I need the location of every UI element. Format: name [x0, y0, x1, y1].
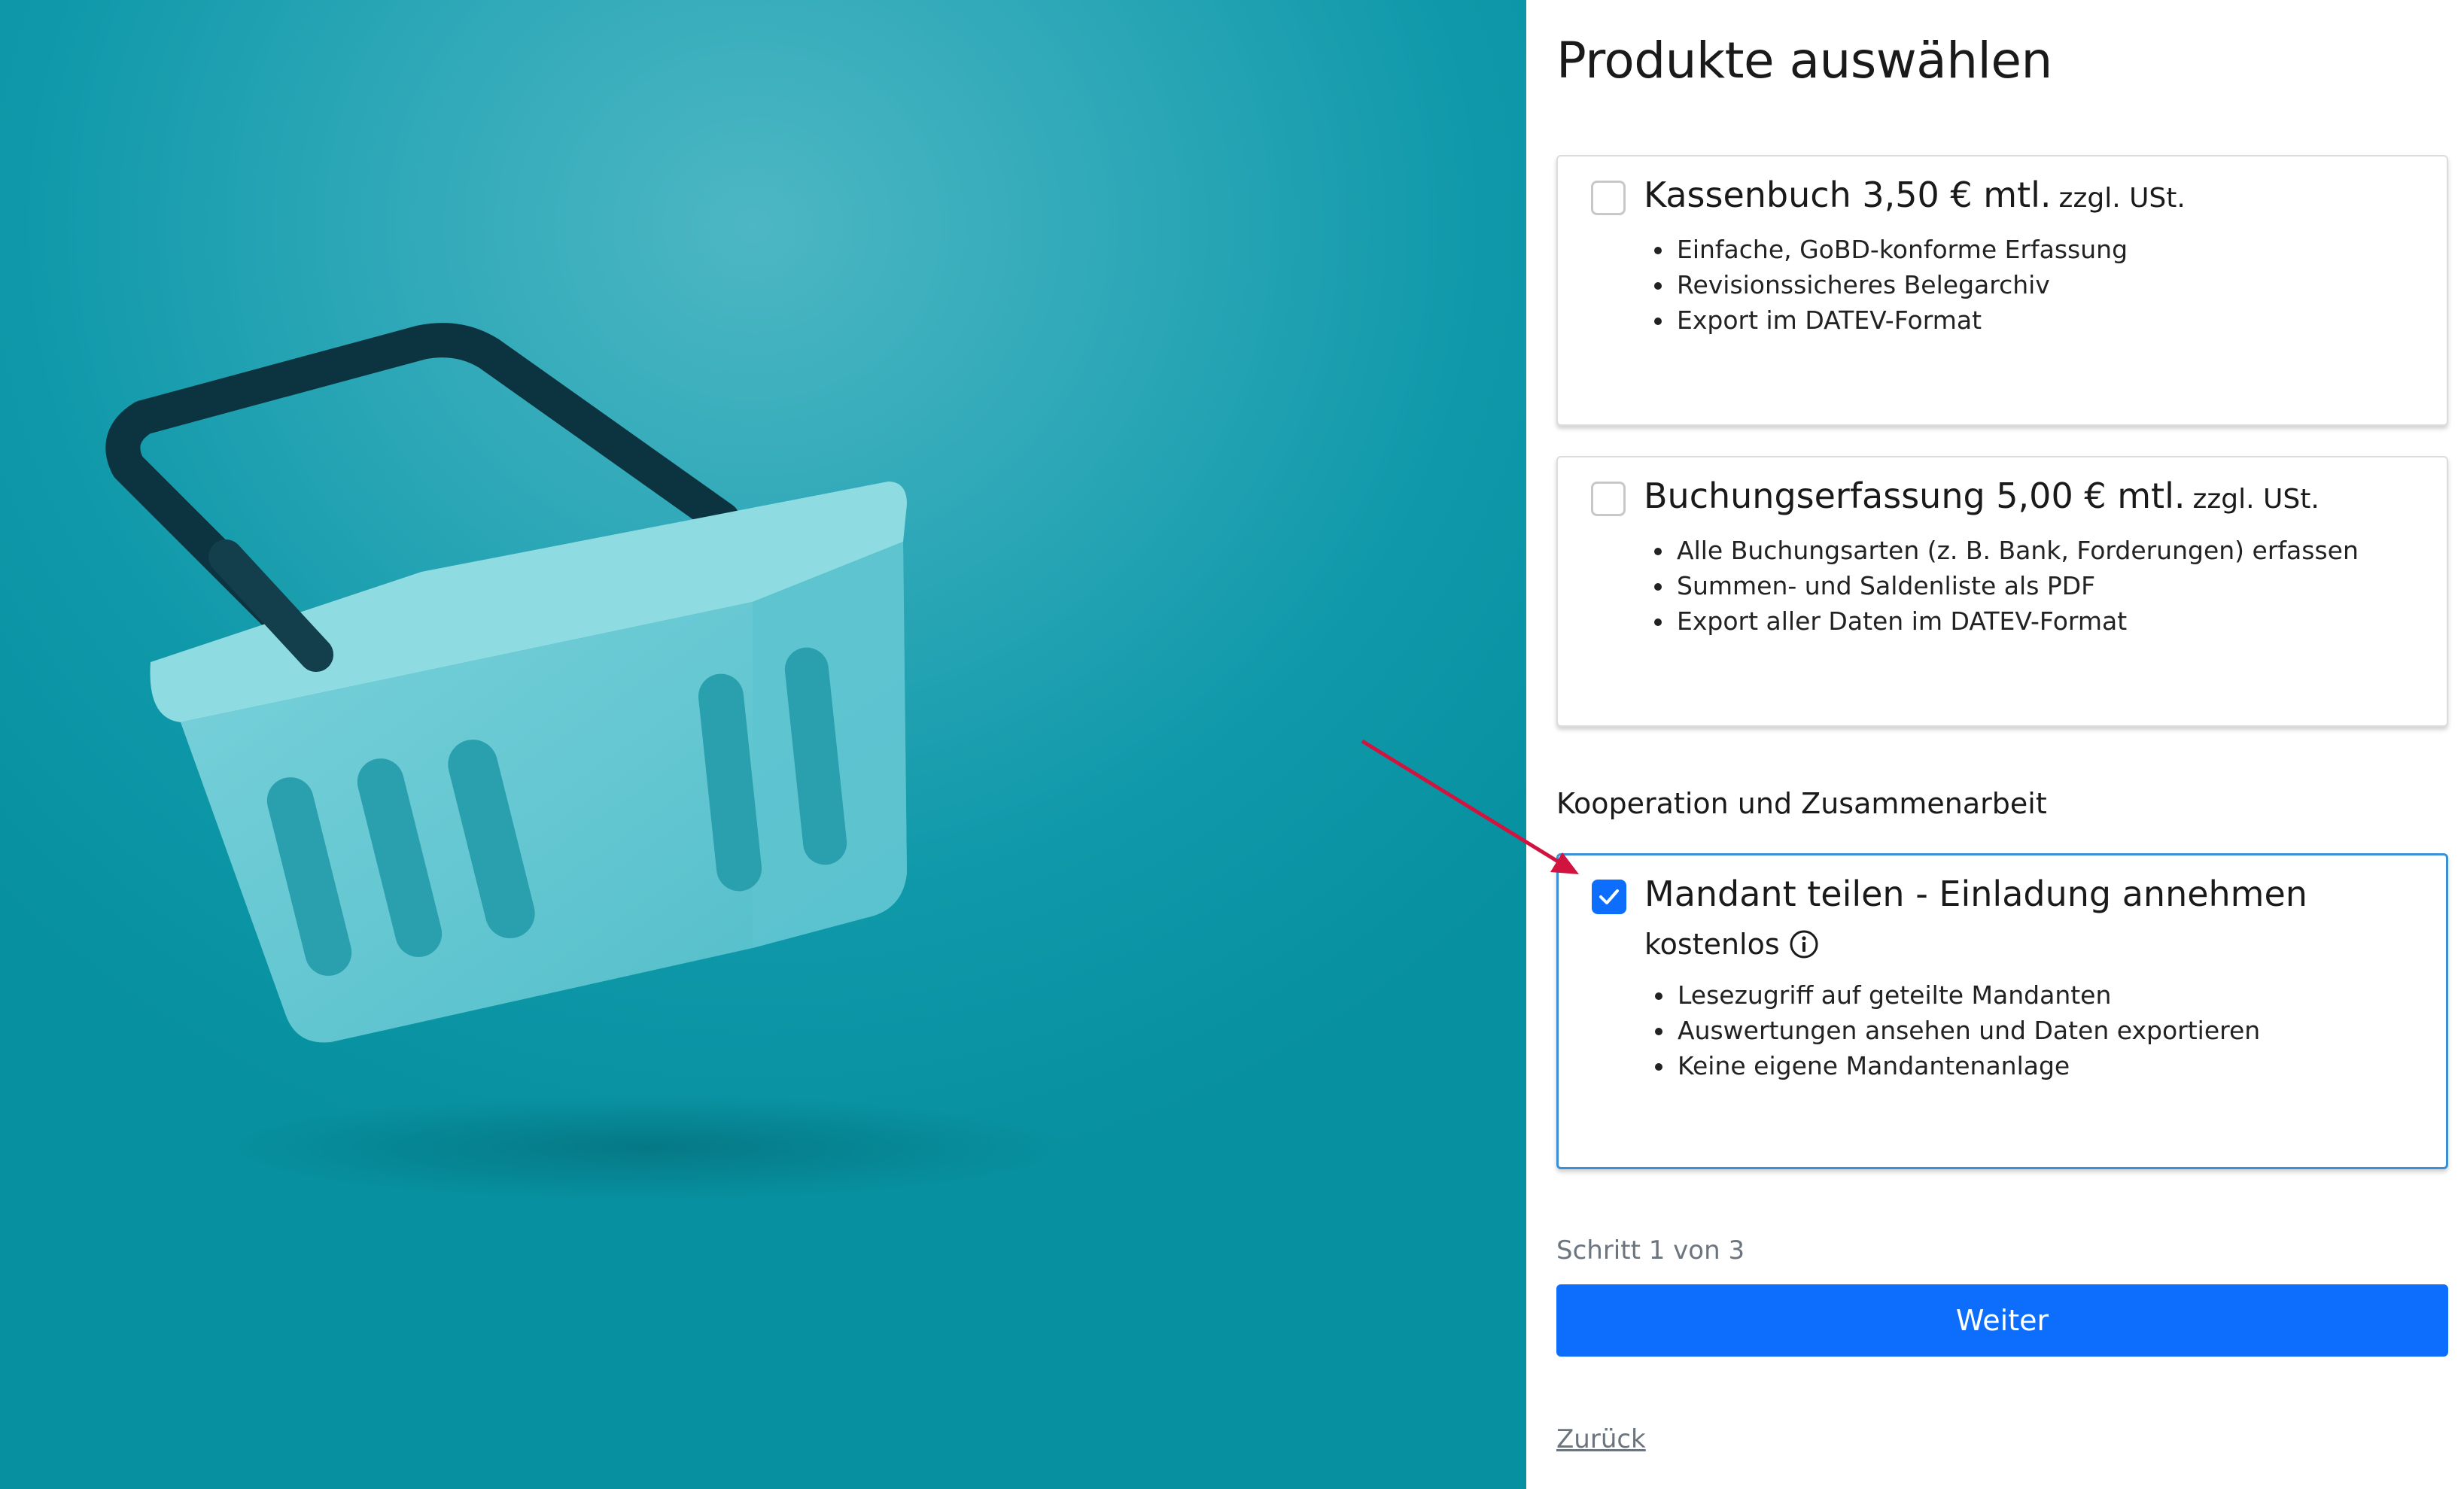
step-indicator: Schritt 1 von 3: [1556, 1235, 1745, 1266]
list-item: Alle Buchungsarten (z. B. Bank, Forderun…: [1651, 533, 2359, 568]
product-price-suffix: zzgl. USt.: [2192, 484, 2320, 515]
back-link[interactable]: Zurück: [1556, 1424, 1646, 1454]
section-heading-cooperation: Kooperation und Zusammenarbeit: [1556, 787, 2047, 820]
list-item: Einfache, GoBD-konforme Erfassung: [1651, 232, 2128, 267]
mandant-teilen-checkbox[interactable]: [1592, 880, 1626, 914]
product-name: Kassenbuch 3,50 € mtl.: [1644, 175, 2052, 215]
product-name: Mandant teilen - Einladung annehmen: [1644, 874, 2307, 914]
shopping-basket-icon: [105, 323, 1069, 1200]
product-selection-panel: Produkte auswählen Kassenbuch 3,50 € mtl…: [1526, 0, 2464, 1489]
feature-list: Einfache, GoBD-konforme Erfassung Revisi…: [1651, 232, 2128, 338]
list-item: Auswertungen ansehen und Daten exportier…: [1652, 1013, 2260, 1048]
product-price-suffix: zzgl. USt.: [2058, 183, 2186, 214]
kassenbuch-checkbox[interactable]: [1591, 181, 1626, 215]
feature-list: Lesezugriff auf geteilte Mandanten Auswe…: [1652, 977, 2260, 1083]
list-item: Summen- und Saldenliste als PDF: [1651, 568, 2359, 603]
product-price: kostenlos: [1644, 928, 1780, 961]
product-card-mandant-teilen[interactable]: Mandant teilen - Einladung annehmen kost…: [1556, 853, 2448, 1169]
list-item: Export aller Daten im DATEV-Format: [1651, 603, 2359, 639]
page-title: Produkte auswählen: [1556, 32, 2052, 90]
product-name: Buchungserfassung 5,00 € mtl.: [1644, 476, 2186, 516]
list-item: Keine eigene Mandantenanlage: [1652, 1048, 2260, 1083]
buchungserfassung-checkbox[interactable]: [1591, 482, 1626, 516]
next-button[interactable]: Weiter: [1556, 1284, 2448, 1357]
info-circle-icon[interactable]: [1789, 929, 1819, 959]
list-item: Revisionssicheres Belegarchiv: [1651, 267, 2128, 302]
product-card-kassenbuch[interactable]: Kassenbuch 3,50 € mtl. zzgl. USt. Einfach…: [1556, 155, 2448, 426]
hero-illustration: [0, 0, 1526, 1489]
feature-list: Alle Buchungsarten (z. B. Bank, Forderun…: [1651, 533, 2359, 639]
product-card-buchungserfassung[interactable]: Buchungserfassung 5,00 € mtl. zzgl. USt. …: [1556, 456, 2448, 727]
list-item: Export im DATEV-Format: [1651, 302, 2128, 338]
list-item: Lesezugriff auf geteilte Mandanten: [1652, 977, 2260, 1013]
checkmark-icon: [1599, 889, 1619, 904]
